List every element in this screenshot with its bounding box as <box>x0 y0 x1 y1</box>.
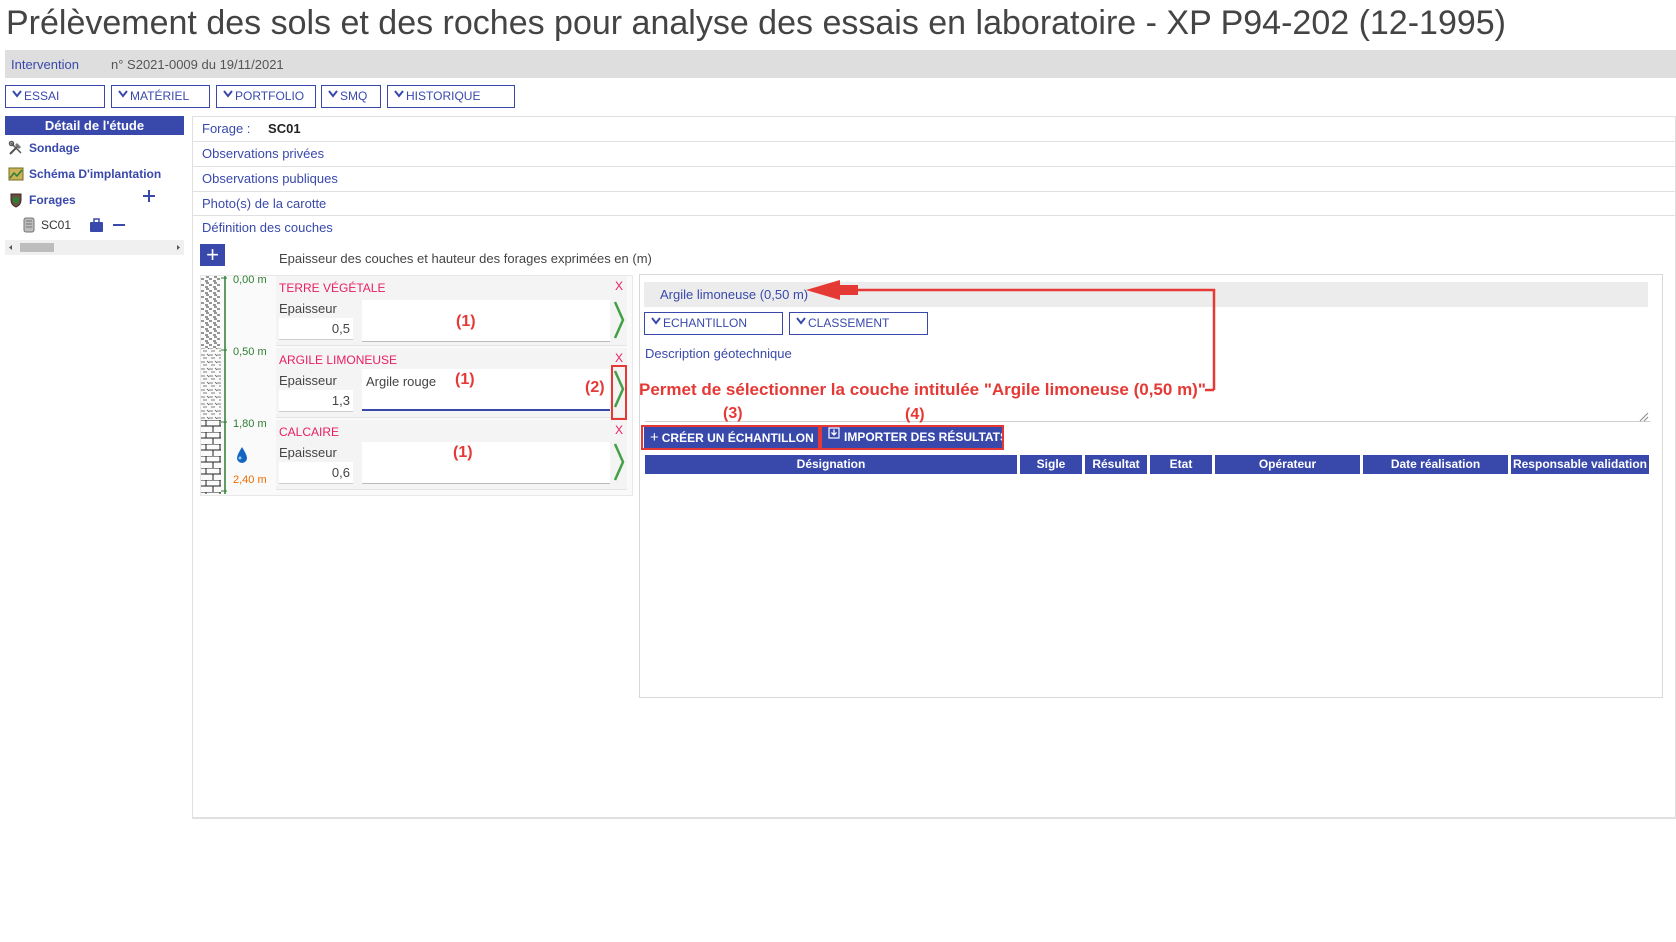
menu-smq-label: SMQ <box>340 89 368 103</box>
menu-essai-button[interactable]: ESSAI <box>5 85 105 108</box>
select-layer-chevron[interactable] <box>613 442 625 482</box>
annotation-marker: (2) <box>585 379 605 396</box>
menu-echantillon-label: ECHANTILLON <box>663 316 748 330</box>
sidebar-item-label: Schéma D'implantation <box>29 167 162 181</box>
water-drop-icon <box>235 446 249 464</box>
chevron-down-icon <box>12 90 22 98</box>
menu-portfolio-button[interactable]: PORTFOLIO <box>216 85 316 108</box>
forage-value: SC01 <box>268 121 301 136</box>
layer-description-input[interactable] <box>362 442 610 484</box>
layer-thickness-label: Epaisseur <box>279 301 337 316</box>
intervention-value: n° S2021-0009 du 19/11/2021 <box>111 57 284 72</box>
layer-thickness-label: Epaisseur <box>279 373 337 388</box>
sidebar-item-label: Sondage <box>29 141 80 155</box>
annotation-highlight-box <box>641 425 820 450</box>
menu-historique-button[interactable]: HISTORIQUE <box>387 85 515 108</box>
layer-thickness-input[interactable]: 1,3 <box>279 390 353 412</box>
menu-smq-button[interactable]: SMQ <box>321 85 381 108</box>
menu-portfolio-label: PORTFOLIO <box>235 89 305 103</box>
column-sigle[interactable]: Sigle <box>1020 455 1082 474</box>
column-operateur[interactable]: Opérateur <box>1215 455 1360 474</box>
shield-icon <box>8 192 24 208</box>
chevron-down-icon <box>394 90 404 98</box>
geotechnical-description-label: Description géotechnique <box>645 346 792 361</box>
sidebar-item-schema[interactable]: Schéma D'implantation <box>8 163 161 185</box>
annotation-marker: (4) <box>905 406 925 423</box>
sidebar-item-forages[interactable]: Forages <box>8 189 76 211</box>
column-designation[interactable]: Désignation <box>645 455 1017 474</box>
annotation-highlight-box <box>611 365 627 420</box>
section-definition-couches[interactable]: Définition des couches <box>192 215 1676 240</box>
remove-layer-button[interactable]: X <box>615 423 623 437</box>
layer-description-input[interactable]: Argile rouge <box>362 369 610 411</box>
sidebar-header: Détail de l'étude <box>5 116 184 135</box>
geotechnical-description-input[interactable] <box>645 421 1650 422</box>
chevron-down-icon <box>651 317 661 325</box>
annotation-highlight-box <box>820 425 1004 450</box>
layer-thickness-label: Epaisseur <box>279 445 337 460</box>
add-layer-button[interactable]: + <box>200 244 225 266</box>
remove-layer-button[interactable]: X <box>615 351 623 365</box>
layer-thickness-input[interactable]: 0,5 <box>279 318 353 340</box>
page-title: Prélèvement des sols et des roches pour … <box>6 4 1507 42</box>
sidebar-item-sondage[interactable]: Sondage <box>8 137 80 159</box>
menu-essai-label: ESSAI <box>24 89 60 103</box>
remove-layer-button[interactable]: X <box>615 279 623 293</box>
chevron-down-icon <box>328 90 338 98</box>
soil-column-graphic <box>201 276 227 494</box>
remove-forage-button[interactable] <box>112 218 126 232</box>
menu-materiel-button[interactable]: MATÉRIEL <box>111 85 210 108</box>
annotation-marker: (3) <box>723 405 743 422</box>
layer-name: CALCAIRE <box>279 425 340 439</box>
map-icon <box>8 166 24 182</box>
sidebar-forage-sc01[interactable]: SC01 <box>41 216 71 234</box>
annotation-arrow <box>800 280 1220 398</box>
layer-name: ARGILE LIMONEUSE <box>279 353 398 367</box>
layer-description-input[interactable] <box>362 300 610 342</box>
add-forage-button[interactable] <box>141 188 157 204</box>
section-observations-publiques[interactable]: Observations publiques <box>192 166 1676 191</box>
briefcase-icon[interactable] <box>89 218 104 233</box>
sidebar-scrollbar[interactable] <box>5 240 184 255</box>
annotation-marker: (1) <box>455 371 475 388</box>
borehole-icon <box>22 217 36 233</box>
depth-label: 0,50 m <box>233 346 267 358</box>
column-responsable-validation[interactable]: Responsable validation <box>1511 455 1649 474</box>
layer-thickness-input[interactable]: 0,6 <box>279 462 353 484</box>
layer-name: TERRE VÉGÉTALE <box>279 281 386 295</box>
chevron-down-icon <box>223 90 233 98</box>
depth-label: 0,00 m <box>233 274 267 286</box>
menu-echantillon-button[interactable]: ECHANTILLON <box>644 312 783 335</box>
tools-icon <box>8 140 24 156</box>
units-note: Epaisseur des couches et hauteur des for… <box>279 251 652 266</box>
select-layer-chevron[interactable] <box>613 300 625 340</box>
chevron-down-icon <box>118 90 128 98</box>
menu-historique-label: HISTORIQUE <box>406 89 481 103</box>
annotation-marker: (1) <box>453 444 473 461</box>
section-photos[interactable]: Photo(s) de la carotte <box>192 191 1676 216</box>
panel-bottom-border <box>192 818 1676 819</box>
forage-label: Forage : <box>202 121 251 136</box>
section-observations-privees[interactable]: Observations privées <box>192 141 1676 166</box>
annotation-marker: (1) <box>456 313 476 330</box>
column-date-realisation[interactable]: Date réalisation <box>1363 455 1508 474</box>
forage-row: Forage : SC01 <box>192 116 1676 141</box>
intervention-label[interactable]: Intervention <box>11 57 79 72</box>
column-resultat[interactable]: Résultat <box>1085 455 1147 474</box>
column-etat[interactable]: Etat <box>1150 455 1212 474</box>
menu-materiel-label: MATÉRIEL <box>130 89 190 103</box>
depth-label-water: 2,40 m <box>233 474 267 486</box>
depth-label: 1,80 m <box>233 418 267 430</box>
sidebar-item-label: Forages <box>29 193 76 207</box>
resize-handle-icon[interactable] <box>1637 409 1649 422</box>
results-table-header: Désignation Sigle Résultat Etat Opérateu… <box>645 455 1649 474</box>
